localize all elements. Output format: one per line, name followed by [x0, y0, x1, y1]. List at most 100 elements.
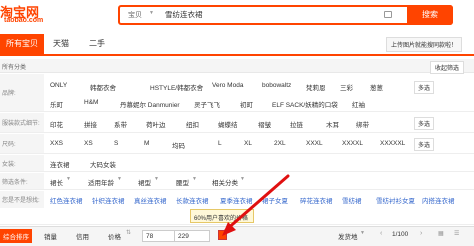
related-search-link[interactable]: 夏季连衣裙: [220, 195, 253, 205]
collapse-filters-button[interactable]: 收起筛选: [429, 61, 464, 74]
filter-dropdown[interactable]: 适用年龄: [88, 177, 114, 187]
related-search-link[interactable]: 内搭连衣裙: [422, 195, 455, 205]
brand-option[interactable]: ELF SACK/妖精的口袋: [272, 99, 338, 109]
price-min-input[interactable]: [142, 230, 178, 242]
brand-option[interactable]: Vero Moda: [212, 82, 243, 89]
chevron-down-icon: ▼: [117, 176, 122, 182]
style-option[interactable]: 纽扣: [186, 119, 199, 129]
size-option[interactable]: XS: [84, 140, 93, 147]
chevron-down-icon: ▼: [360, 230, 365, 236]
related-search-link[interactable]: 针织连衣裙: [92, 195, 125, 205]
chevron-down-icon: ▼: [66, 176, 71, 182]
filter-dropdown[interactable]: 裙型: [138, 177, 151, 187]
brand-option[interactable]: ONLY: [50, 82, 67, 89]
size-option[interactable]: M: [144, 140, 149, 147]
style-multi-select-button[interactable]: 多选: [414, 117, 435, 130]
brand-option[interactable]: 三彩: [340, 82, 353, 92]
search-input[interactable]: [165, 10, 365, 19]
search-bar: 宝贝 ▼ 搜索: [118, 5, 453, 25]
style-option[interactable]: 拉链: [290, 119, 303, 129]
style-option[interactable]: 蝴蝶结: [218, 119, 238, 129]
taobao-logo[interactable]: 淘宝网 taobao.com: [0, 2, 54, 24]
brand-option[interactable]: 葱葱: [370, 82, 383, 92]
size-option[interactable]: XXS: [50, 140, 63, 147]
ship-from-dropdown[interactable]: 发货地: [338, 231, 358, 241]
price-preference-tooltip: 60%用户喜欢的价格: [190, 209, 254, 223]
related-search-link[interactable]: 雪纺衬衫女夏: [376, 195, 415, 205]
filter-dropdown[interactable]: 相关分类: [212, 177, 238, 187]
category-option[interactable]: 大码女装: [90, 159, 116, 169]
size-option[interactable]: XL: [244, 140, 252, 147]
style-option[interactable]: 拼接: [84, 119, 97, 129]
style-option[interactable]: 褶皱: [258, 119, 271, 129]
style-option[interactable]: 荷叶边: [146, 119, 166, 129]
filter-conditions-label: 筛选条件:: [0, 173, 44, 189]
size-option[interactable]: XXXL: [306, 140, 323, 147]
chevron-down-icon: ▼: [149, 10, 154, 16]
search-button[interactable]: 搜索: [407, 5, 453, 25]
related-search-link[interactable]: 碎花连衣裙: [300, 195, 333, 205]
related-search-link[interactable]: 裙子女夏: [262, 195, 288, 205]
related-search-link[interactable]: 长款连衣裙: [176, 195, 209, 205]
style-option[interactable]: 木耳: [326, 119, 339, 129]
size-option[interactable]: S: [114, 140, 118, 147]
related-search-link[interactable]: 红色连衣裙: [50, 195, 83, 205]
brand-option[interactable]: HSTYLE/韩都衣舍: [150, 82, 203, 92]
sort-sales-button[interactable]: 销量: [44, 231, 57, 241]
size-filter-row: 尺码: XXS XS S M 均码 L XL 2XL XXXL XXXXL XX…: [0, 134, 474, 154]
brand-option[interactable]: 梵莉恩: [306, 82, 326, 92]
filter-dropdown[interactable]: 腰型: [176, 177, 189, 187]
sort-default-button[interactable]: 综合排序: [0, 229, 32, 243]
brand-option[interactable]: 初町: [240, 99, 253, 109]
search-category-select[interactable]: 宝贝: [128, 10, 142, 20]
logo-domain: taobao.com: [4, 17, 44, 24]
tab-tmall[interactable]: 天猫: [48, 34, 74, 54]
category-option[interactable]: 连衣裙: [50, 159, 70, 169]
filter-conditions-row: 筛选条件: 裙长 ▼ 适用年龄 ▼ 裙型 ▼ 腰型 ▼ 相关分类 ▼: [0, 173, 474, 190]
header: 淘宝网 taobao.com 宝贝 ▼ 搜索: [0, 0, 474, 30]
brand-option[interactable]: 灵子飞飞: [194, 99, 220, 109]
brand-option[interactable]: 乐町: [50, 99, 63, 109]
sort-credit-button[interactable]: 信用: [76, 231, 89, 241]
brand-option[interactable]: H&M: [84, 99, 98, 106]
next-page-icon[interactable]: ›: [420, 230, 422, 237]
tab-all-items[interactable]: 所有宝贝: [0, 34, 44, 54]
chevron-down-icon: ▼: [192, 176, 197, 182]
page-indicator: 1/100: [392, 231, 409, 238]
tab-secondhand[interactable]: 二手: [84, 34, 110, 54]
style-option[interactable]: 系带: [114, 119, 127, 129]
grid-view-icon[interactable]: ▦: [438, 230, 444, 237]
size-option[interactable]: L: [218, 140, 222, 147]
price-confirm-marker[interactable]: [218, 230, 227, 240]
size-option[interactable]: XXXXL: [342, 140, 363, 147]
brand-option[interactable]: 丹慕妮尔 Danmunier: [120, 99, 180, 109]
womenswear-label: 女装:: [0, 155, 44, 171]
chevron-down-icon: ▼: [154, 176, 159, 182]
related-searches-label: 您是不是想找:: [0, 191, 44, 208]
size-option[interactable]: 均码: [172, 140, 185, 150]
filter-dropdown[interactable]: 裙长: [50, 177, 63, 187]
brand-option[interactable]: 红袖: [352, 99, 365, 109]
price-max-input[interactable]: [174, 230, 210, 242]
related-search-link[interactable]: 真丝连衣裙: [134, 195, 167, 205]
size-multi-select-button[interactable]: 多选: [414, 138, 435, 151]
all-categories-link[interactable]: 所有分类: [2, 62, 26, 71]
brand-option[interactable]: 韩都衣舍: [90, 82, 116, 92]
prev-page-icon[interactable]: ‹: [380, 230, 382, 237]
sort-toolbar: 综合排序 销量 信用 价格 ⇅ - 发货地 ▼ ‹ 1/100 › ▦ ☰: [0, 226, 474, 246]
image-search-tip[interactable]: 上传图片就能搜同款啦！: [385, 37, 462, 52]
style-option[interactable]: 印花: [50, 119, 63, 129]
style-option[interactable]: 绑带: [356, 119, 369, 129]
camera-icon[interactable]: [384, 11, 392, 18]
list-view-icon[interactable]: ☰: [454, 230, 459, 237]
sort-price-button[interactable]: 价格: [108, 231, 121, 241]
size-option[interactable]: 2XL: [274, 140, 286, 147]
brand-multi-select-button[interactable]: 多选: [414, 81, 435, 94]
womenswear-filter-row: 女装: 连衣裙 大码女装: [0, 155, 474, 172]
related-search-link[interactable]: 雪纺裙: [342, 195, 362, 205]
style-detail-filter-row: 服装款式细节: 印花 拼接 系带 荷叶边 纽扣 蝴蝶结 褶皱 拉链 木耳 绑带 …: [0, 113, 474, 133]
search-tabs: 所有宝贝 天猫 二手 上传图片就能搜同款啦！: [0, 34, 474, 56]
chevron-down-icon: ▼: [240, 176, 245, 182]
brand-option[interactable]: bobowaltz: [262, 82, 291, 89]
size-option[interactable]: XXXXXL: [380, 140, 405, 147]
